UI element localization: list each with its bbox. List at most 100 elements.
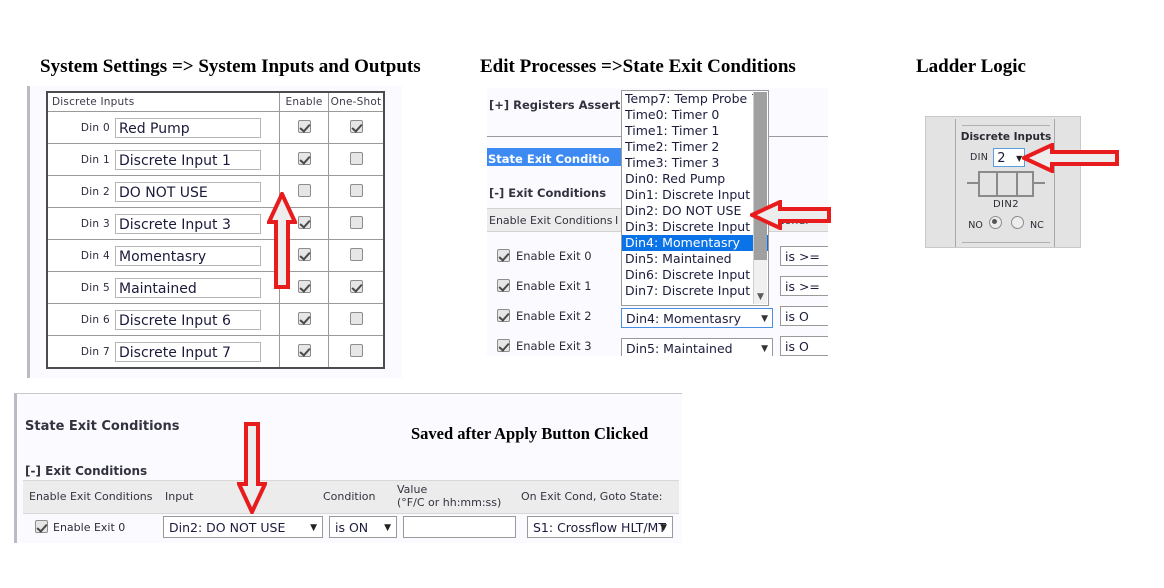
rung-divider-top (962, 125, 1050, 126)
one-shot-checkbox[interactable] (349, 216, 363, 229)
din-index-label: Din 7 (80, 345, 110, 358)
input-select-3-value: Din5: Maintained (626, 341, 733, 356)
one-shot-cell (328, 143, 385, 176)
din-name-cell: Din 7 Discrete Input 7 (46, 335, 280, 369)
din-name-input[interactable]: Maintained (115, 277, 261, 298)
condition-select-0[interactable]: is >= (780, 246, 828, 266)
enable-exit-1-checkbox[interactable] (497, 279, 510, 292)
enable-exit-0-checkbox[interactable] (35, 520, 48, 533)
din-name-input[interactable]: Red Pump (115, 117, 261, 138)
din-name-input[interactable]: DO NOT USE (115, 181, 261, 202)
dropdown-item[interactable]: Time3: Timer 3 (622, 155, 768, 171)
enable-exit-0-control[interactable]: Enable Exit 0 (35, 520, 125, 534)
din-index-label: Din 4 (80, 249, 110, 262)
chevron-down-icon: ▼ (310, 523, 317, 533)
dropdown-item[interactable]: Din3: Discrete Input 3 (622, 219, 768, 235)
exit-row-0[interactable]: Enable Exit 0 (497, 249, 592, 263)
dropdown-item[interactable]: Din6: Discrete Input 6 (622, 267, 768, 283)
din-index-label: Din 2 (80, 185, 110, 198)
dropdown-item-list: Temp7: Temp Probe 7 Time0: Timer 0 Time1: … (622, 91, 768, 299)
din-number-select[interactable]: 2 ▼ (993, 148, 1026, 167)
enable-checkbox[interactable] (297, 120, 311, 133)
enable-checkbox[interactable] (297, 248, 311, 261)
discrete-inputs-table: Discrete Inputs Enable One-Shot Din 0 Red… (46, 91, 385, 369)
din-name-cell: Din 6 Discrete Input 6 (46, 303, 280, 336)
ladder-rung-container: Discrete Inputs DIN 2 ▼ DIN2 NO NC (955, 119, 1055, 247)
dropdown-item[interactable]: Din1: Discrete Input 1 (622, 187, 768, 203)
exit-row-2[interactable]: Enable Exit 2 (497, 309, 592, 323)
one-shot-checkbox[interactable] (349, 152, 363, 165)
input-select[interactable]: Din2: DO NOT USE ▼ (163, 516, 323, 538)
table-row: Din 4 Momentasry (46, 239, 385, 272)
din-index-label: Din 1 (80, 153, 110, 166)
value-input[interactable] (403, 516, 516, 538)
table-row: Din 5 Maintained (46, 271, 385, 304)
din-name-cell: Din 2 DO NOT USE (46, 175, 280, 208)
one-shot-checkbox[interactable] (349, 120, 363, 133)
col-header-input: Input (165, 490, 194, 503)
din-name-input[interactable]: Discrete Input 3 (115, 213, 261, 234)
dropdown-item[interactable]: Din7: Discrete Input 7 (622, 283, 768, 299)
condition-select-2[interactable]: is O (780, 306, 828, 326)
condition-select-3[interactable]: is O (780, 336, 828, 356)
input-dropdown-listbox[interactable]: Temp7: Temp Probe 7 Time0: Timer 0 Time1: … (621, 90, 769, 306)
one-shot-checkbox[interactable] (349, 280, 363, 293)
enable-exit-0-checkbox[interactable] (497, 249, 510, 262)
one-shot-cell (328, 303, 385, 336)
dropdown-item[interactable]: Time1: Timer 1 (622, 123, 768, 139)
enable-checkbox[interactable] (297, 184, 311, 197)
ladder-din-selector-row: DIN 2 ▼ (970, 147, 1026, 167)
registers-assert-toggle[interactable]: [+] Registers Assert (489, 98, 620, 112)
enable-checkbox[interactable] (297, 216, 311, 229)
input-select-2-value: Din4: Momentasry (626, 311, 741, 326)
enable-checkbox[interactable] (297, 152, 311, 165)
exit-condition-row: Enable Exit 0 Din2: DO NOT USE ▼ is ON ▼… (23, 514, 679, 540)
condition-select-1[interactable]: is >= (780, 276, 828, 296)
enable-checkbox[interactable] (297, 280, 311, 293)
din-name-input[interactable]: Momentasry (115, 245, 261, 266)
exit-row-3[interactable]: Enable Exit 3 (497, 339, 592, 353)
screenshot-root: System Settings => System Inputs and Out… (0, 0, 1164, 588)
din-name-cell: Din 1 Discrete Input 1 (46, 143, 280, 176)
condition-select-value: is ON (335, 520, 369, 535)
input-select-2[interactable]: Din4: Momentasry ▼ (621, 308, 773, 328)
exit-conditions-toggle[interactable]: [-] Exit Conditions (489, 186, 606, 200)
din-name-input[interactable]: Discrete Input 7 (115, 341, 261, 362)
dropdown-item[interactable]: Time0: Timer 0 (622, 107, 768, 123)
dropdown-scrollbar-thumb[interactable] (754, 92, 767, 260)
dropdown-item[interactable]: Din0: Red Pump (622, 171, 768, 187)
discrete-inputs-body: Din 0 Red Pump Din 1 Discrete Input 1 Din 2D… (46, 111, 385, 369)
enable-cell (279, 143, 329, 176)
one-shot-checkbox[interactable] (349, 248, 363, 261)
scroll-down-icon[interactable]: ▼ (754, 290, 767, 304)
table-row: Din 7 Discrete Input 7 (46, 335, 385, 369)
exit-row-1[interactable]: Enable Exit 1 (497, 279, 592, 293)
dropdown-item[interactable]: Din4: Momentasry (622, 235, 768, 251)
exit-conditions-toggle[interactable]: [-] Exit Conditions (25, 464, 147, 478)
input-select-3[interactable]: Din5: Maintained ▼ (621, 338, 773, 356)
no-radio[interactable] (988, 216, 1002, 229)
dropdown-item[interactable]: Din2: DO NOT USE (622, 203, 768, 219)
enable-exit-2-checkbox[interactable] (497, 309, 510, 322)
enable-exit-3-checkbox[interactable] (497, 339, 510, 352)
enable-checkbox[interactable] (297, 344, 311, 357)
one-shot-cell (328, 175, 385, 208)
dropdown-item[interactable]: Temp7: Temp Probe 7 (622, 91, 768, 107)
chevron-down-icon: ▼ (384, 523, 391, 533)
col-header-one-shot: One-Shot (328, 91, 385, 112)
col-header-condition: Condition (323, 490, 376, 503)
one-shot-checkbox[interactable] (349, 344, 363, 357)
dropdown-item[interactable]: Time2: Timer 2 (622, 139, 768, 155)
din-name-input[interactable]: Discrete Input 1 (115, 149, 261, 170)
din-name-input[interactable]: Discrete Input 6 (115, 309, 261, 330)
one-shot-checkbox[interactable] (349, 184, 363, 197)
din-index-label: Din 5 (80, 281, 110, 294)
condition-select[interactable]: is ON ▼ (329, 516, 397, 538)
enable-checkbox[interactable] (297, 312, 311, 325)
goto-state-select[interactable]: S1: Crossflow HLT/MT ▼ (527, 516, 673, 538)
nc-radio[interactable] (1010, 216, 1024, 229)
one-shot-checkbox[interactable] (349, 312, 363, 325)
dropdown-scrollbar[interactable]: ▼ (753, 92, 767, 304)
dropdown-item[interactable]: Din5: Maintained (622, 251, 768, 267)
din-name-cell: Din 4 Momentasry (46, 239, 280, 272)
